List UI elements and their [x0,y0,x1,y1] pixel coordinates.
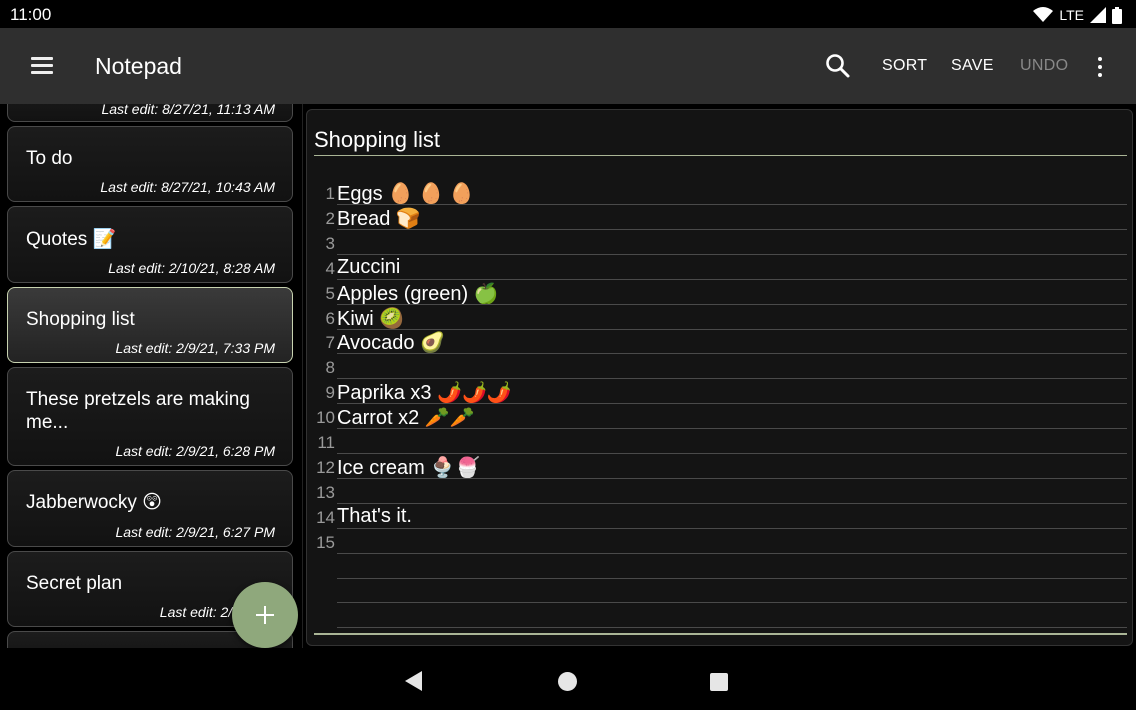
add-note-button[interactable] [232,582,298,648]
note-date: Last edit: 8/27/21, 10:43 AM [100,179,275,195]
editor-line[interactable] [307,554,1134,579]
note-title: To do [26,148,73,169]
note-title: Jabberwocky 😲 [26,492,162,513]
editor-bottom-rule [314,633,1127,635]
app-bar: Notepad SORT SAVE UNDO [0,28,1136,104]
note-date: Last edit: 2/9/21, 6:27 PM [115,524,275,540]
navigation-bar [0,652,1136,710]
sort-button[interactable]: SORT [882,57,927,75]
editor-line[interactable]: 9 Paprika x3 🌶️🌶️🌶️ [307,379,1134,405]
line-text[interactable]: Bread 🍞 [337,206,421,231]
line-number: 6 [325,308,335,328]
note-date: Last edit: 2/10/21, 8:28 AM [108,260,275,276]
line-text[interactable]: Eggs 🥚 🥚 🥚 [337,181,474,206]
back-icon[interactable] [405,671,422,691]
title-underline [314,155,1127,156]
line-text[interactable]: Ice cream 🍨🍧 [337,455,480,480]
pane-divider[interactable] [302,104,303,648]
line-text[interactable]: That's it. [337,505,412,528]
status-bar: 11:00 LTE [0,0,1136,28]
line-number: 9 [325,383,335,403]
line-text[interactable]: Carrot x2 🥕🥕 [337,405,475,430]
line-number: 10 [316,408,335,428]
note-card[interactable]: To do Last edit: 8/27/21, 10:43 AM [7,126,293,202]
line-text[interactable]: Paprika x3 🌶️🌶️🌶️ [337,380,512,405]
editor-line[interactable]: 3 [307,230,1134,255]
line-number: 13 [316,482,335,502]
save-button[interactable]: SAVE [951,57,994,75]
more-options-icon[interactable] [1090,54,1110,80]
note-card[interactable]: Quotes 📝 Last edit: 2/10/21, 8:28 AM [7,206,293,283]
note-card[interactable]: These pretzels are making me... Last edi… [7,367,293,466]
note-date: Last edit: 8/27/21, 11:13 AM [101,104,275,117]
editor-line[interactable]: 14 That's it. [307,504,1134,529]
status-icons: LTE [1033,6,1122,24]
line-number: 5 [325,283,335,303]
network-label: LTE [1059,7,1084,23]
editor-line[interactable]: 7 Avocado 🥑 [307,329,1134,355]
note-title-field[interactable]: Shopping list [314,127,1124,153]
editor-line[interactable] [307,578,1134,604]
line-number: 2 [325,208,335,228]
editor-line[interactable]: 6 Kiwi 🥝 [307,305,1134,330]
search-icon[interactable] [824,52,852,80]
line-number: 7 [325,333,335,353]
line-number: 4 [325,258,335,278]
editor-line[interactable] [307,603,1134,629]
editor-line[interactable]: 2 Bread 🍞 [307,205,1134,230]
editor-line[interactable]: 12 Ice cream 🍨🍧 [307,454,1134,479]
note-title: These pretzels are making me... [26,389,250,433]
line-text[interactable]: Apples (green) 🍏 [337,281,499,306]
editor-line[interactable]: 10 Carrot x2 🥕🥕 [307,404,1134,430]
note-card[interactable]: Last edit: 8/27/21, 11:13 AM [7,104,293,122]
battery-icon [1112,6,1122,24]
note-title: Quotes 📝 [26,229,117,250]
recents-icon[interactable] [710,673,728,691]
editor-line[interactable]: 4 Zuccini [307,255,1134,280]
line-number: 15 [316,532,335,552]
note-title: Secret plan [26,573,123,594]
note-title: Shopping list [26,309,135,330]
note-date: Last edit: 2/9/21, 6:28 PM [115,443,275,459]
editor-line[interactable]: 11 [307,429,1134,454]
app-title: Notepad [95,53,182,79]
wifi-icon [1033,7,1054,22]
line-number: 12 [316,457,335,477]
editor-line[interactable]: 8 [307,354,1134,380]
signal-icon [1090,7,1106,23]
hamburger-menu-icon[interactable] [26,52,58,80]
undo-button[interactable]: UNDO [1020,57,1068,75]
line-text[interactable]: Avocado 🥑 [337,330,445,355]
line-number: 1 [325,184,335,203]
line-number: 14 [316,507,335,527]
line-rule [337,627,1127,629]
note-date: Last edit: 2/9/21, 7:33 PM [115,340,275,356]
editor-line[interactable]: 1 Eggs 🥚 🥚 🥚 [307,180,1134,205]
editor-line[interactable]: 15 [307,529,1134,554]
line-number: 11 [317,433,335,452]
status-time: 11:00 [10,5,52,24]
home-icon[interactable] [558,672,577,691]
note-card-selected[interactable]: Shopping list Last edit: 2/9/21, 7:33 PM [7,287,293,363]
line-number: 3 [325,233,335,253]
note-list[interactable]: Last edit: 8/27/21, 11:13 AM To do Last … [0,104,300,648]
editor-line[interactable]: 13 [307,479,1134,504]
note-card[interactable]: Jabberwocky 😲 Last edit: 2/9/21, 6:27 PM [7,470,293,547]
line-text[interactable]: Zuccini [337,256,400,279]
line-text[interactable]: Kiwi 🥝 [337,306,404,331]
note-editor[interactable]: Shopping list 1 Eggs 🥚 🥚 🥚 2 Bread 🍞 3 4 Zucci… [306,109,1133,646]
editor-line[interactable]: 5 Apples (green) 🍏 [307,280,1134,305]
line-number: 8 [325,358,335,378]
